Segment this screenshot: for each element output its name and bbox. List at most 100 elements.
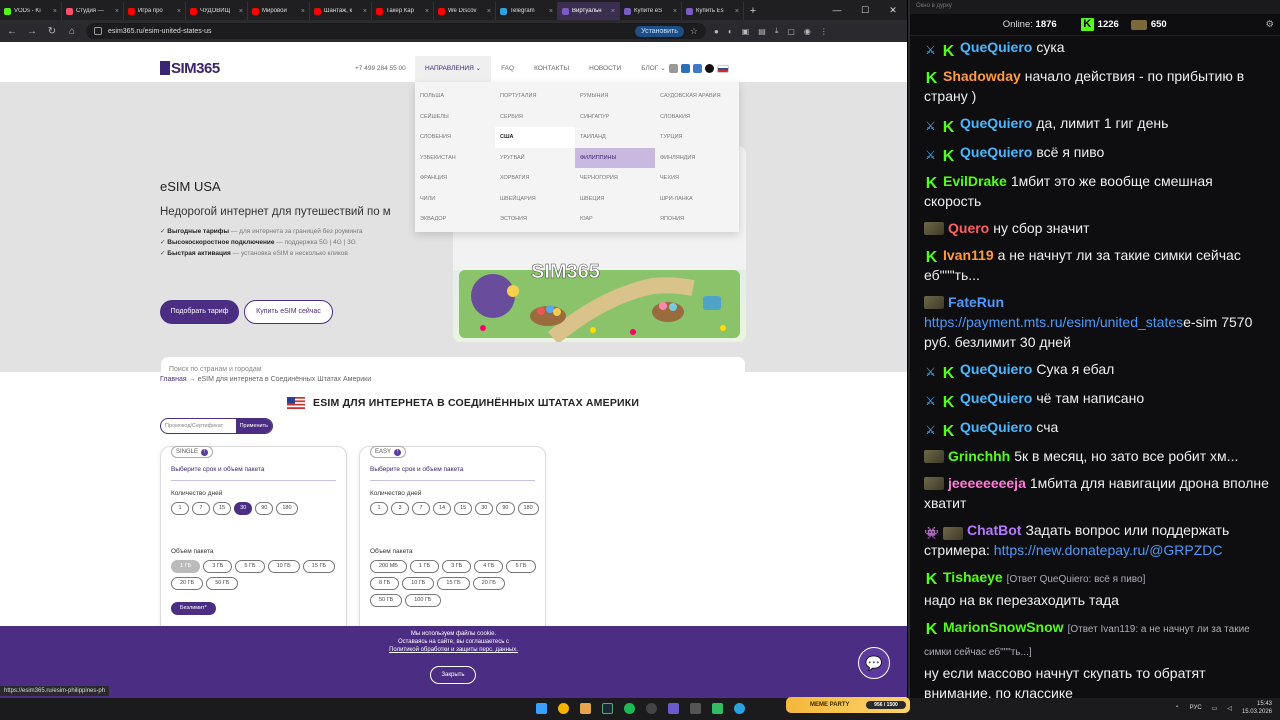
dropdown-country-item[interactable]: Хорватия <box>495 168 575 189</box>
volume-option[interactable]: 1 ГБ <box>171 560 201 573</box>
dropdown-country-item[interactable]: Чехия <box>655 168 735 189</box>
dropdown-country-item[interactable]: США <box>495 127 575 148</box>
volume-option[interactable]: 1 ГБ <box>409 560 440 573</box>
vk-icon[interactable] <box>693 64 702 73</box>
telegram-icon[interactable] <box>734 703 745 714</box>
browser-tab[interactable]: Студия — × <box>62 2 124 20</box>
browser-tab[interactable]: Telegram × <box>496 2 558 20</box>
chat-username[interactable]: QueQuiero <box>960 115 1032 131</box>
install-app-button[interactable]: Установить <box>635 25 684 37</box>
extension-icon[interactable]: ▤ <box>758 27 766 36</box>
tab-close-icon[interactable]: × <box>549 8 553 15</box>
chat-username[interactable]: Grinchhh <box>948 448 1010 464</box>
media-icon[interactable] <box>690 703 701 714</box>
dropdown-country-item[interactable]: Словения <box>415 127 495 148</box>
browser-tab[interactable]: ЧУДОВИЩ × <box>186 2 248 20</box>
new-tab-button[interactable]: + <box>744 2 762 20</box>
address-bar[interactable]: esim365.ru/esim-united-states-us Установ… <box>86 23 706 39</box>
volume-option[interactable]: 3 ГБ <box>203 560 233 573</box>
volume-option[interactable]: 100 ГБ <box>405 594 441 607</box>
chat-username[interactable]: FateRun <box>948 294 1004 310</box>
russian-flag-icon[interactable] <box>717 64 729 73</box>
close-icon[interactable]: ✕ <box>879 0 907 20</box>
days-option[interactable]: 90 <box>255 502 274 515</box>
network-icon[interactable]: ▭ <box>1212 705 1218 712</box>
obs-icon[interactable] <box>646 703 657 714</box>
chat-username[interactable]: QueQuiero <box>960 419 1032 435</box>
browser-tab[interactable]: We Discov × <box>434 2 496 20</box>
days-option[interactable]: 1 <box>171 502 189 515</box>
volume-option[interactable]: 15 ГБ <box>302 560 336 573</box>
volume-option[interactable]: 10 ГБ <box>402 577 435 590</box>
days-option[interactable]: 90 <box>496 502 515 515</box>
profile-icon[interactable]: ◉ <box>804 27 811 36</box>
volume-option[interactable]: 5 ГБ <box>506 560 536 573</box>
chat-username[interactable]: Quero <box>948 220 989 236</box>
dropdown-country-item[interactable]: Шри-Ланка <box>655 189 735 210</box>
volume-option[interactable]: 50 ГБ <box>206 577 239 590</box>
back-icon[interactable]: ← <box>6 26 18 37</box>
extension-icon[interactable]: ▣ <box>742 27 750 36</box>
volume-option[interactable]: 5 ГБ <box>235 560 265 573</box>
volume-option[interactable]: 10 ГБ <box>267 560 300 573</box>
promo-apply-button[interactable]: Применить <box>235 419 272 433</box>
file-explorer-icon[interactable] <box>580 703 591 714</box>
volume-option[interactable]: 50 ГБ <box>370 594 403 607</box>
tab-close-icon[interactable]: × <box>363 8 367 15</box>
spotify-icon[interactable] <box>624 703 635 714</box>
browser-tab[interactable]: Купите eS × <box>620 2 682 20</box>
volume-icon[interactable]: ◁ <box>1227 705 1232 712</box>
tariff-tag[interactable]: SINGLE! <box>171 446 214 458</box>
info-icon[interactable]: ! <box>394 448 402 456</box>
reply-reference[interactable]: [Ответ QueQuiero: всё я пиво] <box>1007 574 1146 585</box>
chrome-icon[interactable] <box>558 703 569 714</box>
site-info-icon[interactable] <box>94 27 102 35</box>
days-option[interactable]: 15 <box>213 502 232 515</box>
nav-faq[interactable]: FAQ <box>491 56 524 82</box>
browser-tab[interactable]: Мировой × <box>248 2 310 20</box>
forward-icon[interactable]: → <box>26 26 38 37</box>
dropdown-country-item[interactable]: Польша <box>415 86 495 107</box>
menu-icon[interactable]: ⋮ <box>820 27 828 36</box>
days-option[interactable]: 3 <box>391 502 409 515</box>
dropdown-country-item[interactable]: Сейшелы <box>415 107 495 128</box>
chat-username[interactable]: Ivan119 <box>943 247 994 263</box>
chat-username[interactable]: EvilDrake <box>943 173 1007 189</box>
browser-tab[interactable]: Шантаж, к × <box>310 2 372 20</box>
volume-option[interactable]: 15 ГБ <box>437 577 470 590</box>
chat-username[interactable]: QueQuiero <box>960 390 1032 406</box>
dropdown-country-item[interactable]: Сербия <box>495 107 575 128</box>
dropdown-country-item[interactable]: Эстония <box>495 209 575 230</box>
dropdown-country-item[interactable]: Узбекистан <box>415 148 495 169</box>
phone-number[interactable]: +7 499 284 55 00 <box>355 65 406 72</box>
dropdown-country-item[interactable]: Финляндия <box>655 148 735 169</box>
dropdown-country-item[interactable]: Чили <box>415 189 495 210</box>
dropdown-country-item[interactable]: Сингапур <box>575 107 655 128</box>
tariff-tag[interactable]: EASY! <box>370 446 407 458</box>
volume-option[interactable]: 20 ГБ <box>472 577 505 590</box>
browser-tab[interactable]: VODs - Ki × <box>0 2 62 20</box>
days-option[interactable]: 30 <box>475 502 494 515</box>
extension-icon[interactable]: ◐ <box>728 27 733 36</box>
site-logo[interactable]: SIM365 <box>160 60 220 77</box>
days-option[interactable]: 7 <box>412 502 430 515</box>
chat-username[interactable]: QueQuiero <box>960 361 1032 377</box>
extension-icon[interactable]: ● <box>714 27 719 36</box>
browser-tab[interactable]: Игра про × <box>124 2 186 20</box>
nav-news[interactable]: Новости <box>579 56 631 82</box>
language-indicator[interactable]: РУС <box>1190 705 1202 711</box>
dropdown-country-item[interactable]: Филиппины <box>575 147 655 168</box>
download-icon[interactable]: ⤓ <box>775 26 779 36</box>
days-option[interactable]: 180 <box>517 502 539 515</box>
tab-close-icon[interactable]: × <box>487 8 491 15</box>
dropdown-country-item[interactable]: Саудовская Аравия <box>655 86 735 107</box>
volume-option[interactable]: 8 ГБ <box>370 577 400 590</box>
browser-tab[interactable]: Виртуальн × <box>558 2 620 20</box>
volume-option[interactable]: 3 ГБ <box>442 560 472 573</box>
plus-icon[interactable] <box>705 64 714 73</box>
days-option[interactable]: 15 <box>454 502 473 515</box>
email-icon[interactable] <box>669 64 678 73</box>
chat-link[interactable]: https://new.donatepay.ru/@GRPZDC <box>994 542 1223 558</box>
chat-username[interactable]: jeeeeeeeeja <box>948 475 1026 491</box>
chat-username[interactable]: MarionSnowSnow <box>943 619 1064 635</box>
